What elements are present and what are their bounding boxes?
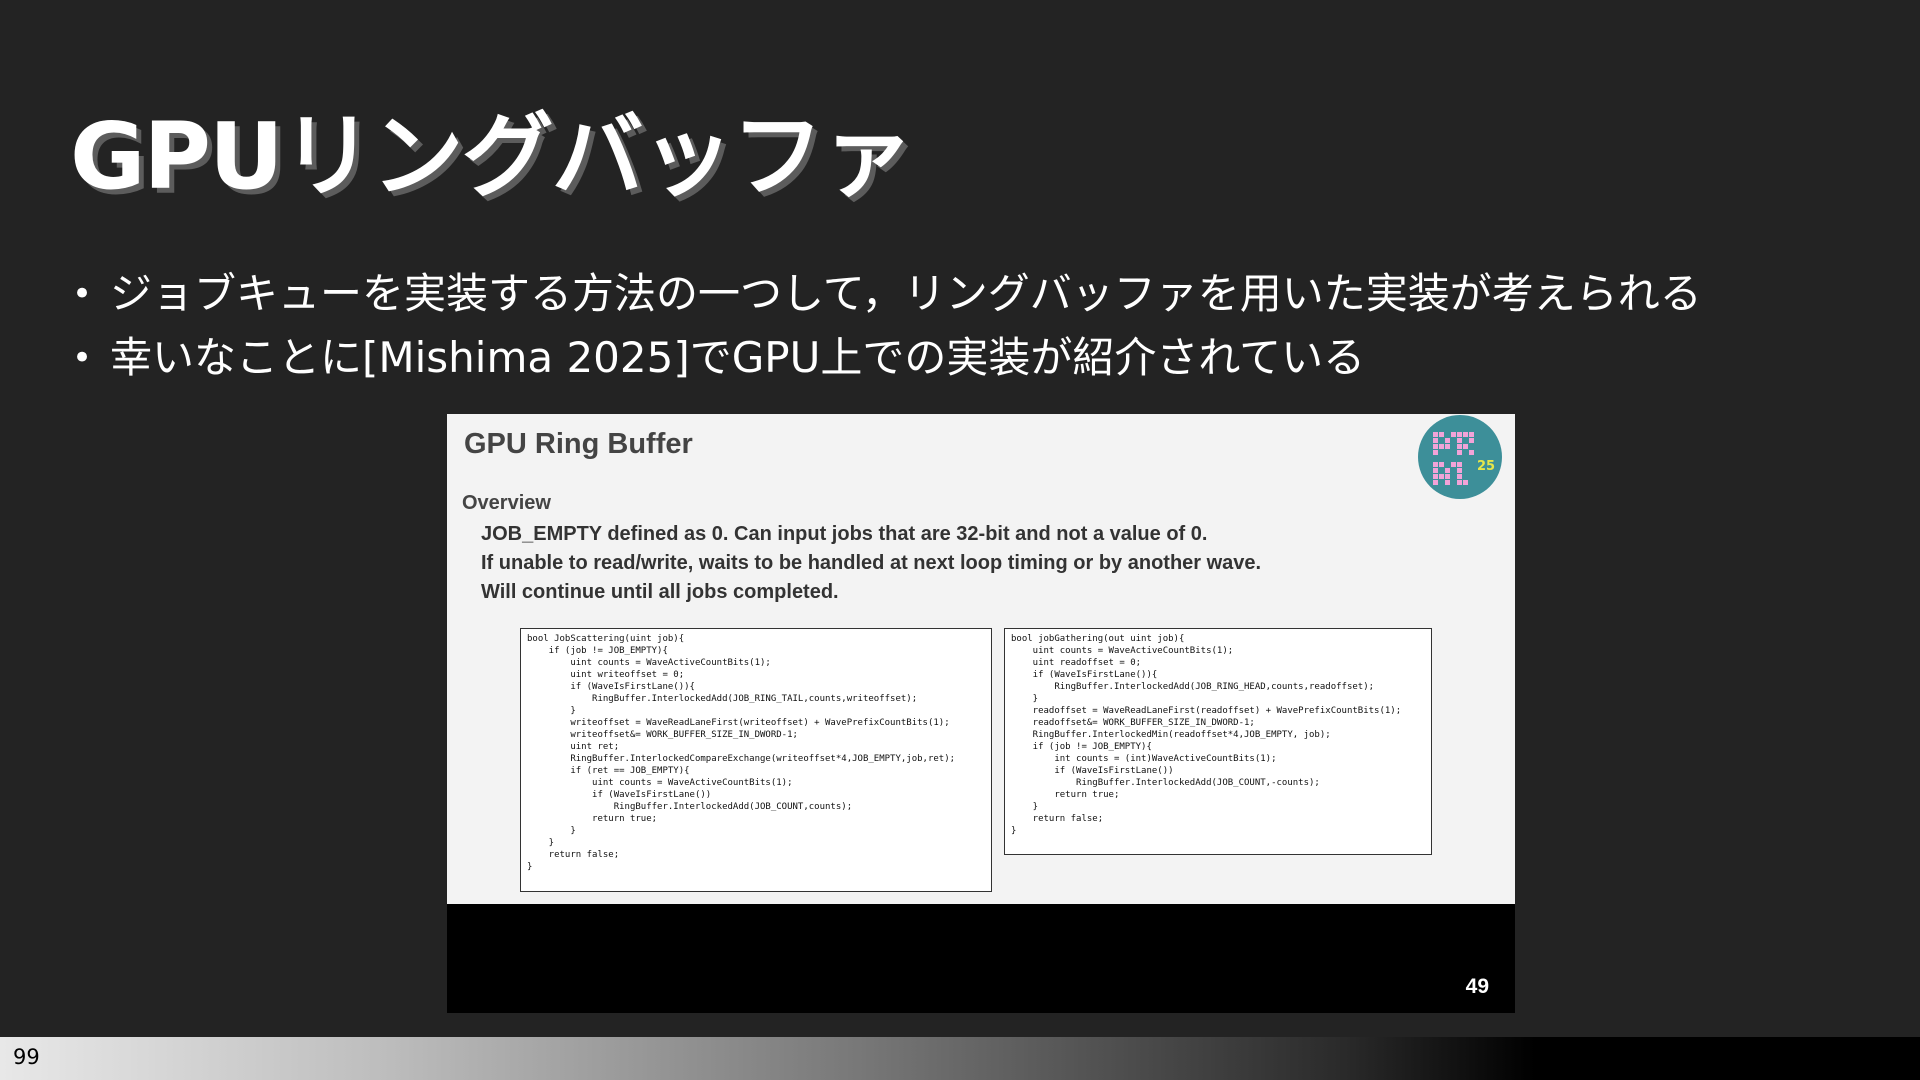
code-line: return true; (527, 814, 658, 824)
code-line: } (527, 826, 576, 836)
code-line: int counts = (int)WaveActiveCountBits(1)… (1011, 754, 1277, 764)
footer-bar: 99 (0, 1037, 1920, 1080)
embedded-slide-image: GPU Ring Buffer 25 Overview JOB_EMPTY de… (447, 414, 1515, 1013)
bullet-dot-icon: • (72, 338, 93, 378)
code-line: RingBuffer.InterlockedCompareExchange(wr… (527, 754, 956, 764)
code-line: } (1011, 694, 1039, 704)
bullet-list: • ジョブキューを実装する方法の一つして，リングバッファを用いた実装が考えられる … (72, 262, 1702, 390)
embedded-page-number: 49 (1465, 975, 1489, 998)
overview-lines: JOB_EMPTY defined as 0. Can input jobs t… (481, 520, 1261, 607)
code-line: return true; (1011, 790, 1120, 800)
code-line: uint counts = WaveActiveCountBits(1); (527, 778, 793, 788)
embedded-slide-title: GPU Ring Buffer (464, 428, 693, 460)
bullet-dot-icon: • (72, 274, 93, 314)
conference-logo-icon: 25 (1418, 415, 1502, 499)
code-line: } (1011, 802, 1039, 812)
overview-heading: Overview (462, 492, 551, 514)
code-line: if (ret == JOB_EMPTY){ (527, 766, 690, 776)
svg-text:25: 25 (1477, 459, 1495, 474)
code-line: uint readoffset = 0; (1011, 658, 1142, 668)
code-line: if (WaveIsFirstLane()) (1011, 766, 1174, 776)
code-line: readoffset&= WORK_BUFFER_SIZE_IN_DWORD-1… (1011, 718, 1255, 728)
overview-line: JOB_EMPTY defined as 0. Can input jobs t… (481, 523, 1208, 545)
code-line: return false; (1011, 814, 1104, 824)
code-line: if (WaveIsFirstLane()) (527, 790, 712, 800)
code-block-job-gathering: bool jobGathering(out uint job){ uint co… (1004, 628, 1432, 855)
code-line: writeoffset = WaveReadLaneFirst(writeoff… (527, 718, 950, 728)
code-line: RingBuffer.InterlockedAdd(JOB_RING_HEAD,… (1011, 682, 1375, 692)
code-line: RingBuffer.InterlockedAdd(JOB_COUNT,-cou… (1011, 778, 1320, 788)
code-line: return false; (527, 850, 620, 860)
overview-line: Will continue until all jobs completed. (481, 581, 839, 603)
bullet-text: ジョブキューを実装する方法の一つして，リングバッファを用いた実装が考えられる (110, 269, 1702, 318)
code-line: if (WaveIsFirstLane()){ (1011, 670, 1158, 680)
page-number: 99 (13, 1045, 40, 1069)
code-line: RingBuffer.InterlockedAdd(JOB_RING_TAIL,… (527, 694, 918, 704)
code-line: writeoffset&= WORK_BUFFER_SIZE_IN_DWORD-… (527, 730, 798, 740)
code-line: readoffset = WaveReadLaneFirst(readoffse… (1011, 706, 1402, 716)
code-line: if (job != JOB_EMPTY){ (527, 646, 668, 656)
bullet-item: • 幸いなことに[Mishima 2025]でGPU上での実装が紹介されている (72, 326, 1702, 390)
embedded-slide-body: GPU Ring Buffer 25 Overview JOB_EMPTY de… (447, 414, 1515, 904)
bullet-text: 幸いなことに[Mishima 2025]でGPU上での実装が紹介されている (110, 333, 1366, 382)
code-line: uint counts = WaveActiveCountBits(1); (527, 658, 771, 668)
code-line: uint ret; (527, 742, 620, 752)
code-line: } (1011, 826, 1017, 836)
code-line: } (527, 706, 576, 716)
code-line: if (job != JOB_EMPTY){ (1011, 742, 1152, 752)
code-line: bool jobGathering(out uint job){ (1011, 634, 1185, 644)
slide-title: GPUリングバッファ (70, 103, 914, 210)
code-line: } (527, 838, 555, 848)
bullet-item: • ジョブキューを実装する方法の一つして，リングバッファを用いた実装が考えられる (72, 262, 1702, 326)
code-line: uint writeoffset = 0; (527, 670, 685, 680)
code-line: bool JobScattering(uint job){ (527, 634, 685, 644)
code-line: if (WaveIsFirstLane()){ (527, 682, 695, 692)
code-block-job-scattering: bool JobScattering(uint job){ if (job !=… (520, 628, 992, 892)
code-line: RingBuffer.InterlockedAdd(JOB_COUNT,coun… (527, 802, 853, 812)
overview-line: If unable to read/write, waits to be han… (481, 552, 1262, 574)
code-line: } (527, 862, 533, 872)
code-line: uint counts = WaveActiveCountBits(1); (1011, 646, 1234, 656)
code-line: RingBuffer.InterlockedMin(readoffset*4,J… (1011, 730, 1331, 740)
